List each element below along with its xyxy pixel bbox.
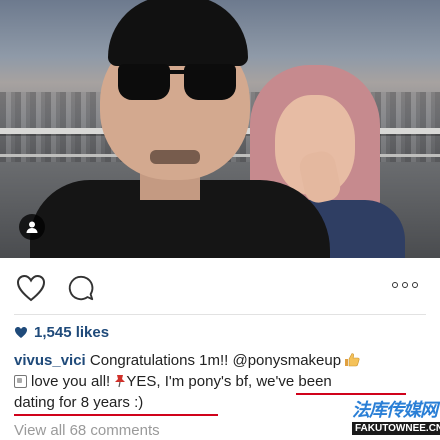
post-photo[interactable] [0,0,440,258]
divider [14,314,426,315]
caption-text-1: Congratulations 1m!! @ponysmakeup [89,352,342,369]
site-watermark: 法库传媒网 FAKUTOWNEE.CN [346,386,440,440]
caption-text-3: YES, I'm pony's bf, we've been [126,373,332,390]
likes-label: 1,545 likes [34,324,110,341]
heart-filled-icon [15,327,27,338]
likes-count[interactable]: 1,545 likes [14,324,109,341]
action-bar [0,258,440,314]
mustache [150,150,200,164]
comment-bubble-icon [68,275,94,301]
caption-text-4: dating for 8 years :) [14,394,144,411]
red-annotation-underline-2 [14,414,218,416]
emoji-placeholder-icon [14,375,27,388]
man-cap [108,0,248,66]
comment-button[interactable] [66,273,96,303]
thumbs-up-icon [345,353,360,367]
watermark-title: 法库传媒网 [352,400,438,421]
caption-text-2: love you all! [31,373,111,390]
like-button[interactable] [16,273,46,303]
sunglasses [118,64,238,104]
view-all-comments-link[interactable]: View all 68 comments [14,422,160,439]
tagged-people-icon[interactable] [19,214,45,240]
caption-username[interactable]: vivus_vici [14,352,86,369]
pushpin-icon [115,375,126,388]
more-options-button[interactable] [392,282,418,288]
heart-outline-icon [16,274,46,302]
watermark-url: FAKUTOWNEE.CN [352,422,440,435]
